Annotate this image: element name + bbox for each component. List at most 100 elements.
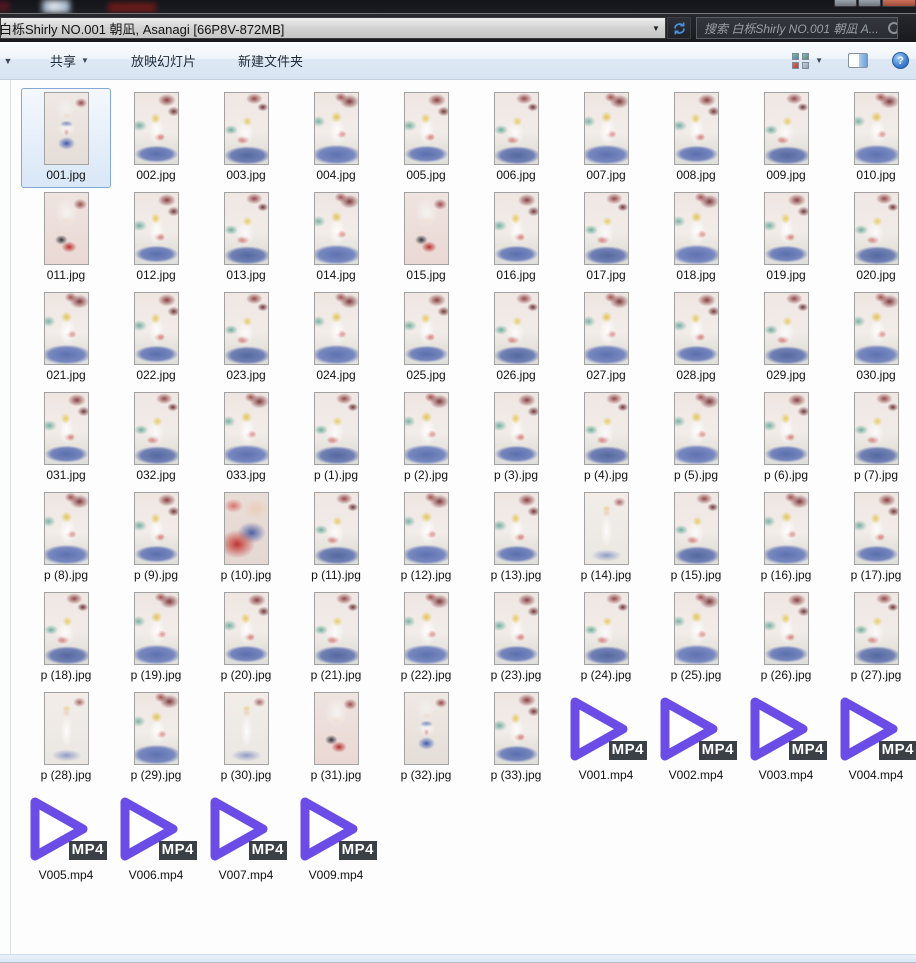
file-item[interactable]: 016.jpg	[471, 188, 561, 288]
file-item[interactable]: 002.jpg	[111, 88, 201, 188]
slideshow-button[interactable]: 放映幻灯片	[119, 45, 208, 76]
file-item[interactable]: p (33).jpg	[471, 688, 561, 788]
file-item[interactable]: MP4V003.mp4	[741, 688, 831, 788]
file-thumbnail	[202, 689, 290, 768]
file-name-label: 020.jpg	[856, 268, 895, 283]
file-item[interactable]: 025.jpg	[381, 288, 471, 388]
file-item[interactable]: MP4V001.mp4	[561, 688, 651, 788]
file-item[interactable]: 030.jpg	[831, 288, 916, 388]
file-item[interactable]: MP4V007.mp4	[201, 788, 291, 888]
file-item[interactable]: p (24).jpg	[561, 588, 651, 688]
address-bar[interactable]: 白栎Shirly NO.001 朝凪, Asanagi [66P8V-872MB…	[0, 17, 666, 39]
file-item[interactable]: p (9).jpg	[111, 488, 201, 588]
file-item[interactable]: 026.jpg	[471, 288, 561, 388]
file-item[interactable]: p (14).jpg	[561, 488, 651, 588]
file-item[interactable]: p (18).jpg	[21, 588, 111, 688]
photo-thumbnail	[494, 292, 539, 365]
file-item[interactable]: 003.jpg	[201, 88, 291, 188]
file-item[interactable]: p (5).jpg	[651, 388, 741, 488]
views-button[interactable]: ▼	[786, 49, 829, 73]
file-item[interactable]: 024.jpg	[291, 288, 381, 388]
refresh-button[interactable]	[667, 17, 691, 39]
file-item[interactable]: 004.jpg	[291, 88, 381, 188]
file-item[interactable]: p (15).jpg	[651, 488, 741, 588]
file-item[interactable]: 008.jpg	[651, 88, 741, 188]
file-item[interactable]: 012.jpg	[111, 188, 201, 288]
file-item[interactable]: p (25).jpg	[651, 588, 741, 688]
file-item[interactable]: 020.jpg	[831, 188, 916, 288]
file-item[interactable]: MP4V005.mp4	[21, 788, 111, 888]
file-item[interactable]: 013.jpg	[201, 188, 291, 288]
file-item[interactable]: 022.jpg	[111, 288, 201, 388]
file-item[interactable]: 027.jpg	[561, 288, 651, 388]
file-item[interactable]: 001.jpg	[21, 88, 111, 188]
file-item[interactable]: 029.jpg	[741, 288, 831, 388]
file-name-label: 015.jpg	[406, 268, 445, 283]
preview-pane-button[interactable]	[843, 49, 873, 72]
file-item[interactable]: p (12).jpg	[381, 488, 471, 588]
photo-thumbnail	[764, 192, 809, 265]
help-button[interactable]: ?	[889, 49, 912, 72]
file-item[interactable]: 007.jpg	[561, 88, 651, 188]
file-thumbnail	[742, 289, 830, 368]
photo-thumbnail	[314, 592, 359, 665]
file-item[interactable]: 032.jpg	[111, 388, 201, 488]
chevron-down-icon[interactable]: ▼	[647, 24, 665, 33]
file-item[interactable]: p (4).jpg	[561, 388, 651, 488]
file-item[interactable]: p (8).jpg	[21, 488, 111, 588]
file-item[interactable]: p (6).jpg	[741, 388, 831, 488]
file-item[interactable]: 010.jpg	[831, 88, 916, 188]
file-item[interactable]: 033.jpg	[201, 388, 291, 488]
file-thumbnail	[562, 289, 650, 368]
file-item[interactable]: 023.jpg	[201, 288, 291, 388]
file-item[interactable]: MP4V004.mp4	[831, 688, 916, 788]
file-item[interactable]: p (3).jpg	[471, 388, 561, 488]
file-item[interactable]: 018.jpg	[651, 188, 741, 288]
file-item[interactable]: p (28).jpg	[21, 688, 111, 788]
file-item[interactable]: 006.jpg	[471, 88, 561, 188]
file-item[interactable]: MP4V002.mp4	[651, 688, 741, 788]
file-item[interactable]: p (11).jpg	[291, 488, 381, 588]
file-item[interactable]: 005.jpg	[381, 88, 471, 188]
file-name-label: p (22).jpg	[401, 668, 452, 683]
file-item[interactable]: p (10).jpg	[201, 488, 291, 588]
minimize-button[interactable]	[834, 0, 857, 7]
file-item[interactable]: p (7).jpg	[831, 388, 916, 488]
file-item[interactable]: p (2).jpg	[381, 388, 471, 488]
file-item[interactable]: p (32).jpg	[381, 688, 471, 788]
file-item[interactable]: p (31).jpg	[291, 688, 381, 788]
file-thumbnail	[562, 489, 650, 568]
file-item[interactable]: 017.jpg	[561, 188, 651, 288]
close-button[interactable]	[882, 0, 916, 7]
maximize-button[interactable]	[858, 0, 881, 7]
file-item[interactable]: p (30).jpg	[201, 688, 291, 788]
file-item[interactable]: p (16).jpg	[741, 488, 831, 588]
file-item[interactable]: p (27).jpg	[831, 588, 916, 688]
file-item[interactable]: 011.jpg	[21, 188, 111, 288]
file-name-label: 013.jpg	[226, 268, 265, 283]
file-item[interactable]: 028.jpg	[651, 288, 741, 388]
file-item[interactable]: p (26).jpg	[741, 588, 831, 688]
file-item[interactable]: 009.jpg	[741, 88, 831, 188]
file-item[interactable]: p (22).jpg	[381, 588, 471, 688]
file-item[interactable]: 031.jpg	[21, 388, 111, 488]
file-item[interactable]: MP4V009.mp4	[291, 788, 381, 888]
search-input[interactable]: 搜索 白栎Shirly NO.001 朝凪 A...	[696, 17, 898, 39]
new-folder-button[interactable]: 新建文件夹	[226, 45, 315, 76]
file-item[interactable]: 021.jpg	[21, 288, 111, 388]
file-item[interactable]: p (29).jpg	[111, 688, 201, 788]
file-item[interactable]: 014.jpg	[291, 188, 381, 288]
toolbar-overflow-caret[interactable]: ▼	[0, 56, 16, 66]
file-item[interactable]: 015.jpg	[381, 188, 471, 288]
file-item[interactable]: p (21).jpg	[291, 588, 381, 688]
file-item[interactable]: 019.jpg	[741, 188, 831, 288]
file-item[interactable]: p (17).jpg	[831, 488, 916, 588]
share-button[interactable]: 共享 ▼	[38, 45, 101, 76]
file-item[interactable]: p (1).jpg	[291, 388, 381, 488]
file-item[interactable]: p (19).jpg	[111, 588, 201, 688]
file-item[interactable]: p (13).jpg	[471, 488, 561, 588]
file-item[interactable]: p (20).jpg	[201, 588, 291, 688]
file-name-label: 033.jpg	[226, 468, 265, 483]
file-item[interactable]: MP4V006.mp4	[111, 788, 201, 888]
file-item[interactable]: p (23).jpg	[471, 588, 561, 688]
